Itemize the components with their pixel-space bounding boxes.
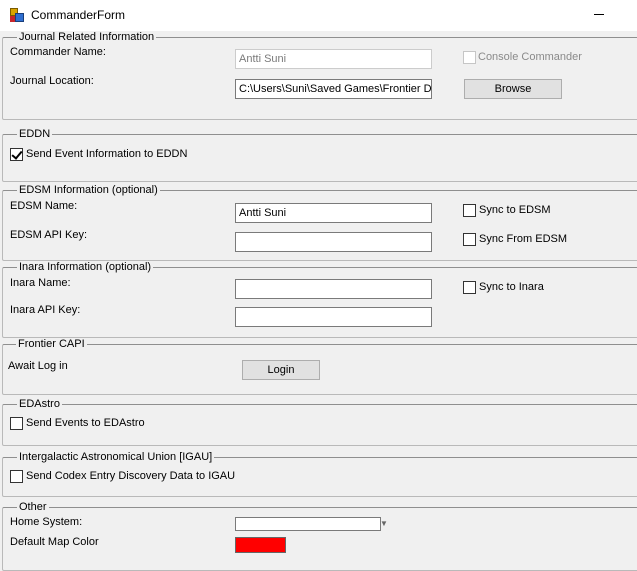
edsm-api-key-field[interactable] (235, 232, 432, 252)
edastro-send-label: Send Events to EDAstro (26, 417, 145, 429)
home-system-input[interactable] (235, 517, 381, 531)
inara-name-field[interactable] (235, 279, 432, 299)
journal-location-field[interactable]: C:\Users\Suni\Saved Games\Frontier D (235, 79, 432, 99)
sync-to-inara-checkbox[interactable] (463, 281, 476, 294)
journal-legend: Journal Related Information (17, 31, 157, 43)
journal-group: Journal Related Information Commander Na… (2, 31, 637, 120)
edastro-group: EDAstro Send Events to EDAstro (2, 398, 637, 446)
dropdown-arrow-icon[interactable]: ▼ (380, 519, 388, 528)
edsm-name-label: EDSM Name: (10, 200, 78, 212)
eddn-send-label: Send Event Information to EDDN (26, 148, 188, 160)
eddn-group: EDDN Send Event Information to EDDN (2, 128, 637, 182)
sync-to-edsm-label: Sync to EDSM (479, 204, 551, 216)
edsm-group: EDSM Information (optional) EDSM Name: A… (2, 184, 637, 261)
other-legend: Other (17, 501, 49, 513)
map-color-swatch[interactable] (235, 537, 286, 553)
inara-api-key-field[interactable] (235, 307, 432, 327)
title-bar: CommanderForm (0, 0, 637, 31)
edastro-legend: EDAstro (17, 398, 62, 410)
map-color-label: Default Map Color (10, 536, 99, 548)
commander-name-field[interactable]: Antti Suni (235, 49, 432, 69)
edsm-api-key-label: EDSM API Key: (10, 229, 88, 241)
console-commander-label: Console Commander (478, 51, 582, 63)
edastro-send-checkbox[interactable] (10, 417, 23, 430)
console-commander-checkbox[interactable] (463, 51, 476, 64)
igau-send-label: Send Codex Entry Discovery Data to IGAU (26, 470, 236, 482)
window-title: CommanderForm (31, 8, 126, 22)
capi-group: Frontier CAPI Await Log in Login (2, 338, 637, 395)
igau-group: Intergalactic Astronomical Union [IGAU] … (2, 451, 637, 497)
home-system-label: Home System: (10, 516, 83, 528)
other-group: Other Home System: ▼ Default Map Color (2, 501, 637, 571)
igau-legend: Intergalactic Astronomical Union [IGAU] (17, 451, 215, 463)
login-button[interactable]: Login (242, 360, 320, 380)
inara-legend: Inara Information (optional) (17, 261, 154, 273)
capi-status-label: Await Log in (8, 360, 68, 372)
eddn-send-checkbox[interactable] (10, 148, 23, 161)
inara-api-key-label: Inara API Key: (10, 304, 81, 316)
eddn-legend: EDDN (17, 128, 53, 140)
minimize-icon[interactable] (594, 14, 604, 15)
edsm-name-field[interactable]: Antti Suni (235, 203, 432, 223)
commander-name-label: Commander Name: (10, 46, 106, 58)
capi-legend: Frontier CAPI (16, 338, 87, 350)
journal-location-label: Journal Location: (10, 75, 94, 87)
sync-to-edsm-checkbox[interactable] (463, 204, 476, 217)
igau-send-checkbox[interactable] (10, 470, 23, 483)
browse-button[interactable]: Browse (464, 79, 562, 99)
edsm-legend: EDSM Information (optional) (17, 184, 160, 196)
app-icon (10, 8, 24, 22)
inara-name-label: Inara Name: (10, 277, 71, 289)
sync-to-inara-label: Sync to Inara (479, 281, 544, 293)
inara-group: Inara Information (optional) Inara Name:… (2, 261, 637, 338)
sync-from-edsm-checkbox[interactable] (463, 233, 476, 246)
sync-from-edsm-label: Sync From EDSM (479, 233, 568, 245)
